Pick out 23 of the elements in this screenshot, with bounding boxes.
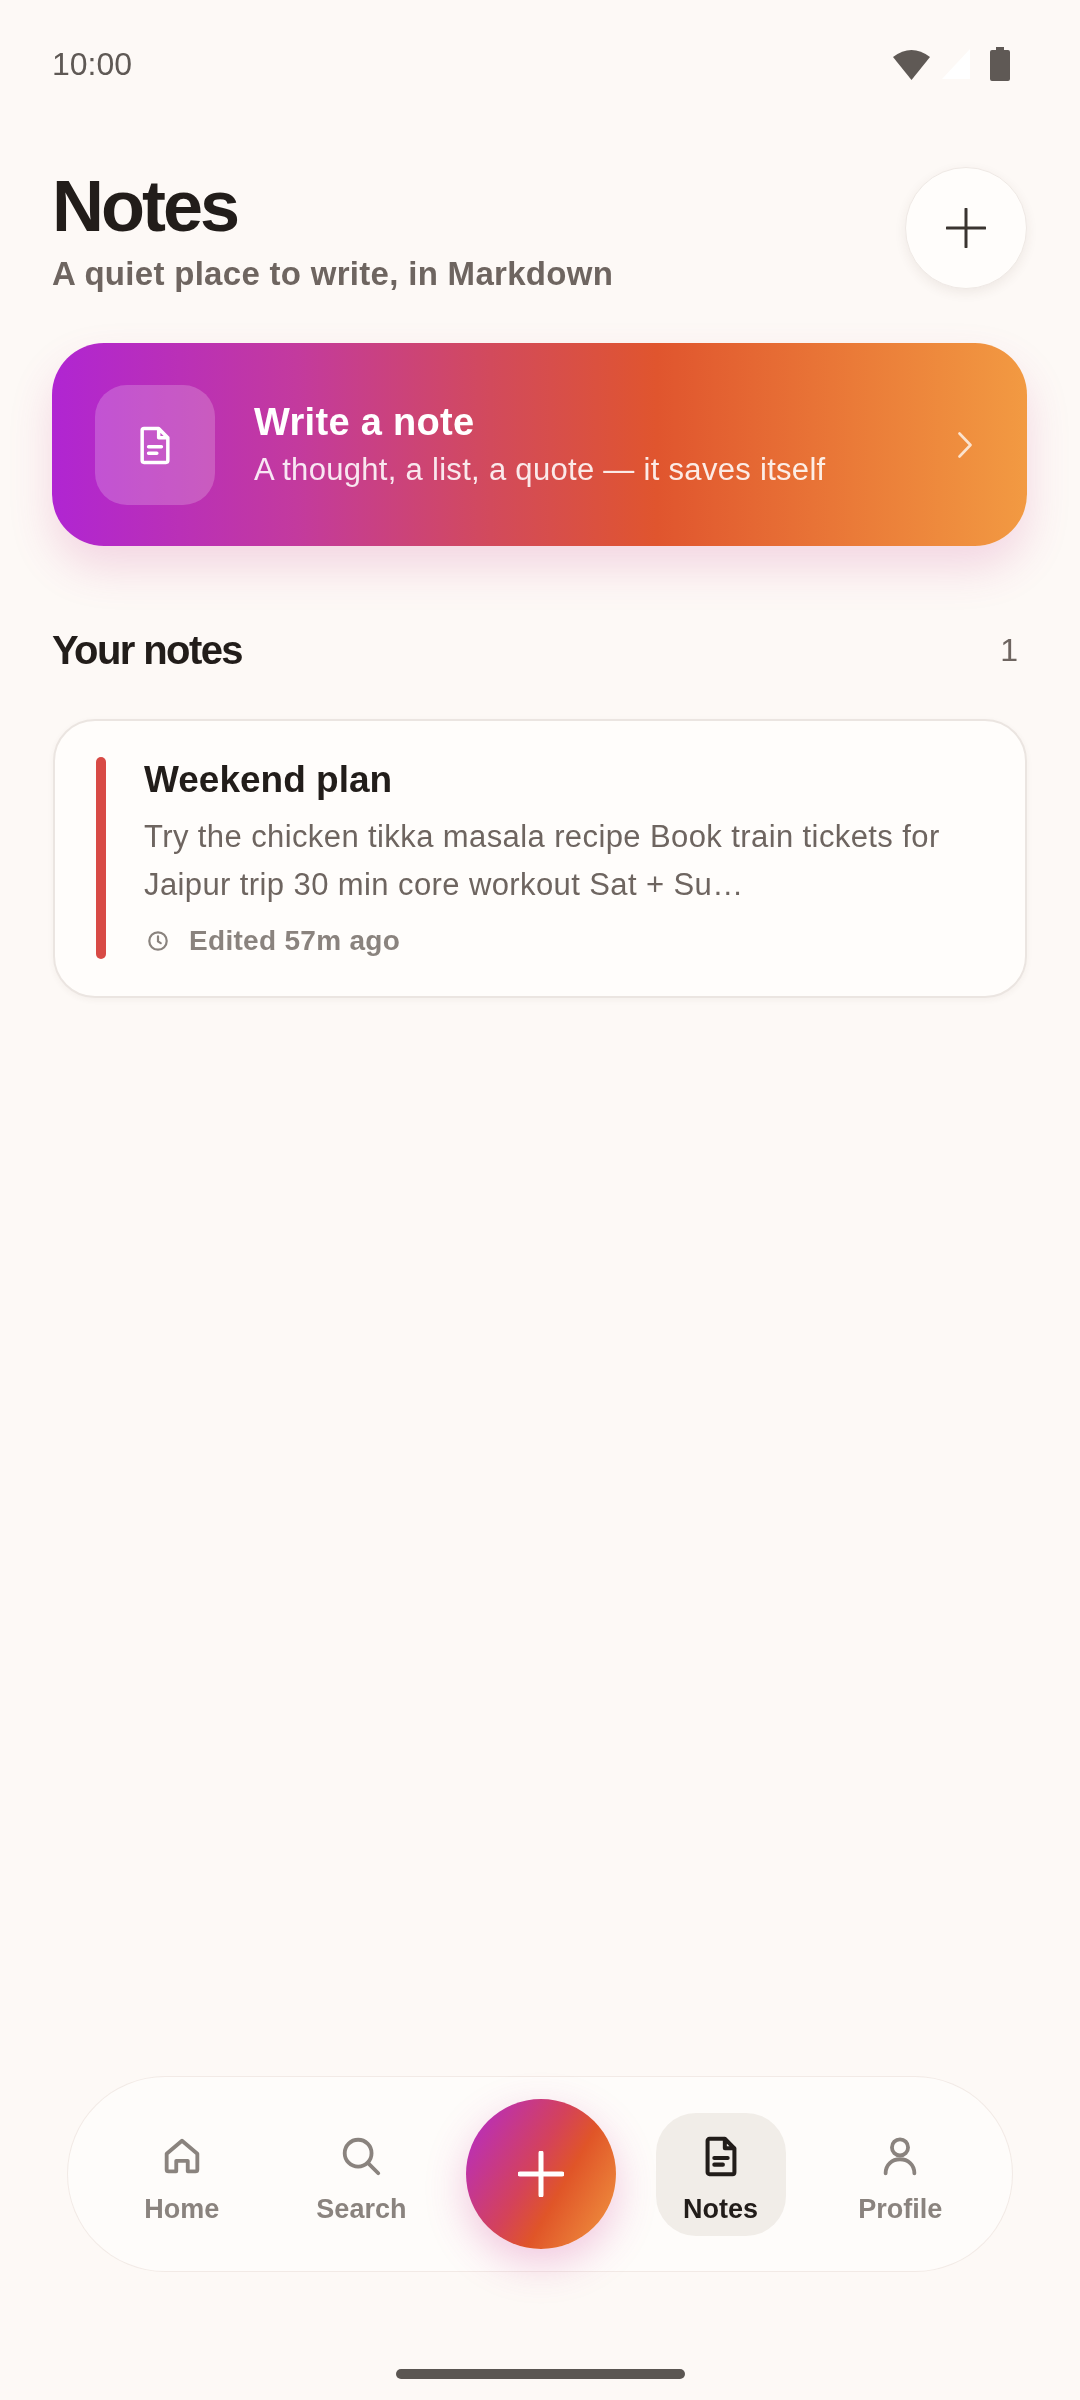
section-heading: Your notes: [52, 627, 242, 674]
clock-icon: [147, 930, 169, 952]
plus-icon: [946, 208, 986, 248]
note-title: Weekend plan: [144, 758, 394, 802]
note-preview: Try the chicken tikka masala recipe Book train tickets for Jaipur trip 30 min core workout Sat + Su…: [144, 818, 941, 904]
nav-tab[interactable]: Notes: [655, 2112, 786, 2236]
status-time: 10:00: [52, 45, 133, 83]
nav-tab[interactable]: Home: [116, 2112, 247, 2236]
page-title: Notes: [52, 166, 239, 246]
wifi-icon: [893, 48, 930, 80]
document-icon: [95, 384, 215, 505]
note-edited-time: Edited 57m ago: [189, 924, 401, 958]
banner-title: Write a note: [254, 400, 476, 445]
battery-icon: [990, 47, 1010, 81]
note-card[interactable]: Weekend plan Try the chicken tikka masala recipe Book train tickets for Jaipur trip 30 min core workout Sat + Su… Edited 57m ago: [53, 719, 1027, 998]
banner-subtitle: A thought, a list, a quote — it saves itself: [254, 451, 827, 489]
notes-count: 1: [1000, 631, 1018, 670]
page-subtitle: A quiet place to write, in Markdown: [52, 254, 614, 294]
nav-tab[interactable]: Search: [296, 2112, 427, 2236]
chevron-icon: [958, 431, 972, 458]
plus-icon: [518, 2151, 564, 2197]
nav-tab[interactable]: Profile: [835, 2112, 966, 2236]
write-note-banner[interactable]: Write a note A thought, a list, a quote — it saves itself: [52, 343, 1027, 546]
